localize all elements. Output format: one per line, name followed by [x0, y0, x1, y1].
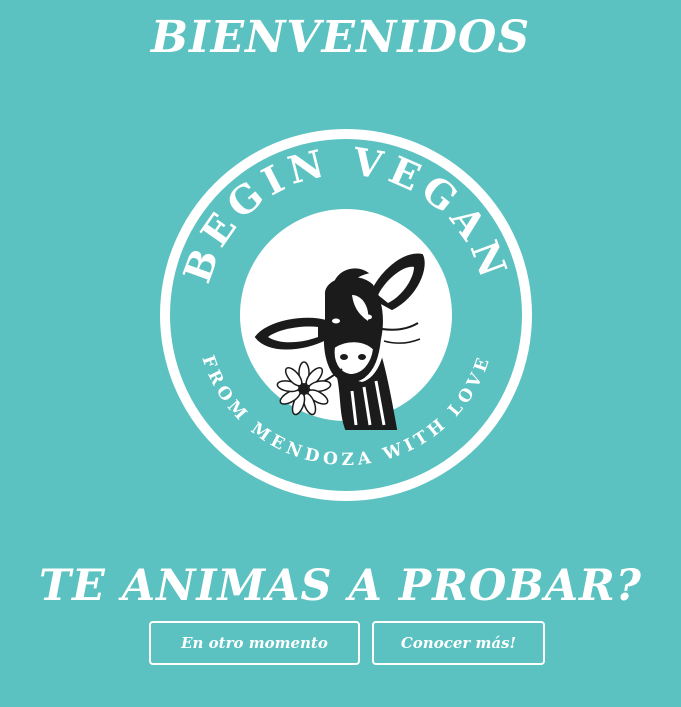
- try-question-heading: TE ANIMAS A PROBAR?: [38, 561, 642, 611]
- welcome-title: BIENVENIDOS: [150, 12, 531, 63]
- begin-vegan-logo: BEGIN VEGAN FROM MENDOZA WITH LOVE: [160, 129, 532, 501]
- later-button[interactable]: En otro momento: [149, 621, 360, 665]
- learn-more-button[interactable]: Conocer más!: [372, 621, 545, 665]
